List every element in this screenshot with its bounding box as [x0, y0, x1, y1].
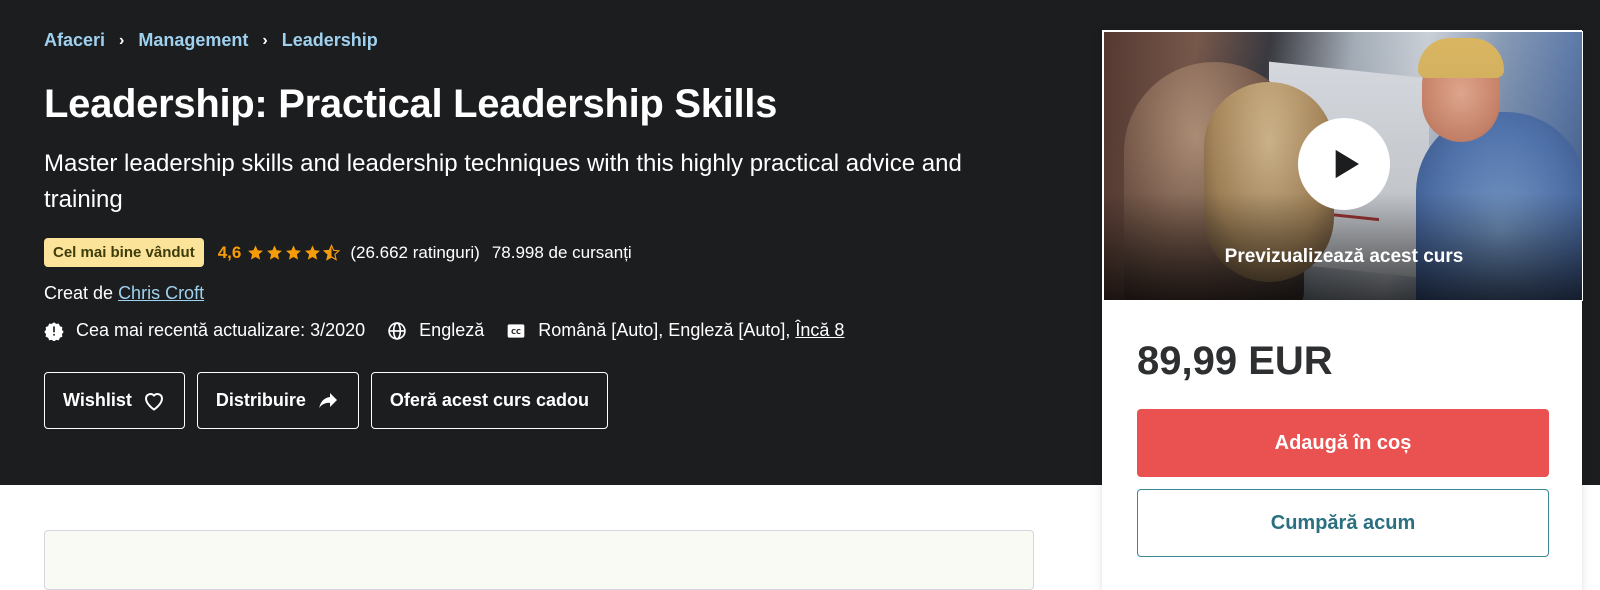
star-icon — [248, 245, 264, 260]
share-label: Distribuire — [215, 390, 306, 410]
purchase-sidebar: Previzualizează acest curs 89,99 EUR Ada… — [1102, 30, 1583, 590]
breadcrumb: Afaceri › Management › Leadership — [44, 30, 378, 51]
wishlist-label: Wishlist — [63, 390, 132, 410]
captions-text: Română [Auto], Engleză [Auto], — [538, 320, 791, 340]
breadcrumb-item-afaceri[interactable]: Afaceri — [44, 30, 105, 51]
bestseller-badge: Cel mai bine vândut — [44, 238, 204, 267]
instructor-link[interactable]: Chris Croft — [118, 283, 204, 303]
chevron-right-icon: › — [119, 31, 125, 49]
alert-badge-icon — [44, 321, 64, 341]
created-by: Creat de Chris Croft — [44, 283, 204, 304]
breadcrumb-item-management[interactable]: Management — [138, 30, 248, 51]
action-buttons: Wishlist Distribuire Oferă acest curs ca… — [44, 372, 620, 429]
globe-icon — [388, 321, 406, 340]
rating-value: 4,6 — [217, 242, 242, 262]
students-count: 78.998 de cursanți — [491, 242, 632, 262]
star-half-icon — [323, 244, 341, 261]
play-button[interactable] — [1298, 118, 1390, 210]
what-you-learn-card — [44, 530, 1034, 590]
heart-icon — [144, 392, 163, 410]
course-captions: CC Română [Auto], Engleză [Auto], Încă 8 — [506, 320, 844, 341]
svg-text:CC: CC — [511, 327, 521, 335]
rating-row: Cel mai bine vândut 4,6 (26.662 ratingur… — [44, 238, 632, 267]
last-updated-text: Cea mai recentă actualizare: 3/2020 — [76, 320, 366, 340]
star-icon — [286, 245, 302, 260]
course-subtitle: Master leadership skills and leadership … — [44, 150, 962, 213]
captions-more-link[interactable]: Încă 8 — [795, 320, 844, 341]
last-updated: Cea mai recentă actualizare: 3/2020 — [44, 320, 365, 341]
course-price: 89,99 EUR — [1137, 339, 1333, 383]
course-title: Leadership: Practical Leadership Skills — [44, 82, 778, 126]
gift-label: Oferă acest curs cadou — [389, 390, 589, 410]
course-info-row: Cea mai recentă actualizare: 3/2020 Engl… — [44, 320, 866, 341]
share-arrow-icon — [319, 392, 337, 408]
closed-captions-icon: CC — [507, 323, 525, 338]
buy-now-button[interactable]: Cumpără acum — [1137, 489, 1549, 557]
breadcrumb-item-leadership[interactable]: Leadership — [282, 30, 378, 51]
course-language: Engleză — [387, 320, 484, 341]
share-button[interactable]: Distribuire — [196, 372, 359, 429]
rating-stars[interactable] — [247, 244, 342, 261]
add-to-cart-button[interactable]: Adaugă în coș — [1137, 409, 1549, 477]
chevron-right-icon: › — [262, 31, 268, 49]
gift-course-button[interactable]: Oferă acest curs cadou — [370, 372, 608, 429]
wishlist-button[interactable]: Wishlist — [44, 372, 185, 429]
course-preview[interactable]: Previzualizează acest curs — [1103, 31, 1583, 301]
created-by-label: Creat de — [44, 283, 114, 303]
play-icon — [1335, 149, 1359, 179]
preview-label: Previzualizează acest curs — [1224, 246, 1464, 267]
ratings-count[interactable]: (26.662 ratinguri) — [350, 243, 479, 263]
language-text: Engleză — [419, 320, 485, 340]
star-icon — [305, 245, 321, 260]
star-icon — [267, 245, 283, 260]
